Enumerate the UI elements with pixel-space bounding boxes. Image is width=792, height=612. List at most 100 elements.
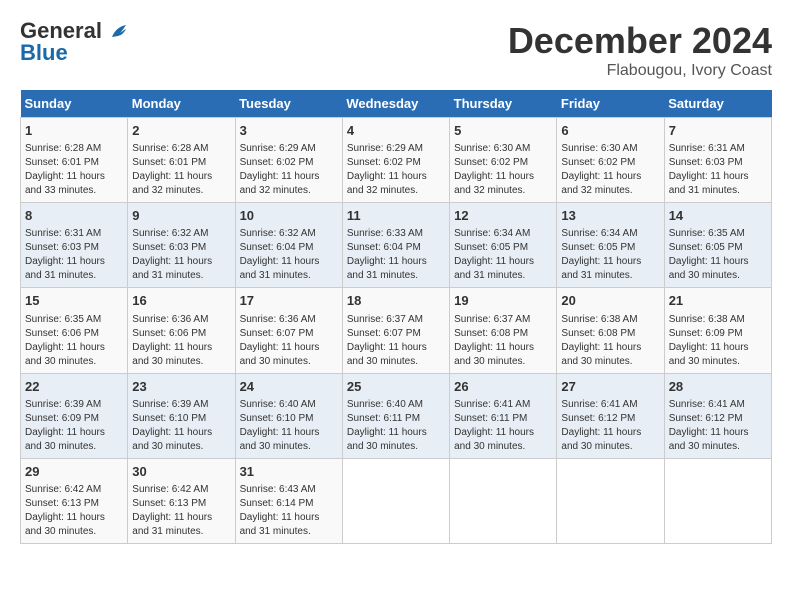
calendar-week-5: 29 Sunrise: 6:42 AMSunset: 6:13 PMDayligh… [21, 458, 772, 543]
header-wednesday: Wednesday [342, 90, 449, 118]
day-number: 23 [132, 378, 230, 396]
page-header: General Blue December 2024 Flabougou, Iv… [20, 20, 772, 80]
day-number: 10 [240, 207, 338, 225]
logo-bird-icon [110, 23, 128, 41]
day-content: Sunrise: 6:31 AMSunset: 6:03 PMDaylight:… [669, 142, 767, 198]
calendar-cell: 8Sunrise: 6:31 AMSunset: 6:03 PMDaylight… [21, 203, 128, 288]
day-number: 28 [669, 378, 767, 396]
day-content: Sunrise: 6:41 AMSunset: 6:12 PMDaylight:… [669, 398, 767, 454]
day-content: Sunrise: 6:42 AMSunset: 6:13 PMDaylight:… [132, 483, 230, 539]
day-content: Sunrise: 6:34 AMSunset: 6:05 PMDaylight:… [561, 227, 659, 283]
calendar-cell: 4 Sunrise: 6:29 AMSunset: 6:02 PMDaylight… [342, 118, 449, 203]
calendar-header-row: SundayMondayTuesdayWednesdayThursdayFrid… [21, 90, 772, 118]
calendar-cell: 10 Sunrise: 6:32 AMSunset: 6:04 PMDayligh… [235, 203, 342, 288]
day-content: Sunrise: 6:36 AMSunset: 6:07 PMDaylight:… [240, 313, 338, 369]
calendar-cell: 3 Sunrise: 6:29 AMSunset: 6:02 PMDaylight… [235, 118, 342, 203]
calendar-cell: 21 Sunrise: 6:38 AMSunset: 6:09 PMDayligh… [664, 288, 771, 373]
day-content: Sunrise: 6:29 AMSunset: 6:02 PMDaylight:… [347, 142, 445, 198]
day-number: 9 [132, 207, 230, 225]
day-content: Sunrise: 6:43 AMSunset: 6:14 PMDaylight:… [240, 483, 338, 539]
month-title: December 2024 [508, 20, 772, 62]
calendar-cell: 19 Sunrise: 6:37 AMSunset: 6:08 PMDayligh… [450, 288, 557, 373]
day-number: 15 [25, 292, 123, 310]
calendar-table: SundayMondayTuesdayWednesdayThursdayFrid… [20, 90, 772, 544]
calendar-cell: 5Sunrise: 6:30 AMSunset: 6:02 PMDaylight… [450, 118, 557, 203]
day-content: Sunrise: 6:40 AMSunset: 6:10 PMDaylight:… [240, 398, 338, 454]
calendar-cell: 14 Sunrise: 6:35 AMSunset: 6:05 PMDayligh… [664, 203, 771, 288]
title-area: December 2024 Flabougou, Ivory Coast [508, 20, 772, 80]
calendar-cell: 6 Sunrise: 6:30 AMSunset: 6:02 PMDaylight… [557, 118, 664, 203]
day-number: 3 [240, 122, 338, 140]
day-content: Sunrise: 6:39 AMSunset: 6:10 PMDaylight:… [132, 398, 230, 454]
day-content: Sunrise: 6:32 AMSunset: 6:03 PMDaylight:… [132, 227, 230, 283]
day-number: 29 [25, 463, 123, 481]
calendar-cell: 30Sunrise: 6:42 AMSunset: 6:13 PMDayligh… [128, 458, 235, 543]
calendar-week-2: 8Sunrise: 6:31 AMSunset: 6:03 PMDaylight… [21, 203, 772, 288]
day-number: 24 [240, 378, 338, 396]
day-content: Sunrise: 6:34 AMSunset: 6:05 PMDaylight:… [454, 227, 552, 283]
calendar-cell [450, 458, 557, 543]
day-number: 20 [561, 292, 659, 310]
logo-blue: Blue [20, 42, 68, 64]
calendar-week-4: 22Sunrise: 6:39 AMSunset: 6:09 PMDayligh… [21, 373, 772, 458]
header-monday: Monday [128, 90, 235, 118]
day-content: Sunrise: 6:32 AMSunset: 6:04 PMDaylight:… [240, 227, 338, 283]
calendar-cell: 29Sunrise: 6:42 AMSunset: 6:13 PMDayligh… [21, 458, 128, 543]
day-number: 16 [132, 292, 230, 310]
day-number: 5 [454, 122, 552, 140]
calendar-cell: 13Sunrise: 6:34 AMSunset: 6:05 PMDayligh… [557, 203, 664, 288]
day-content: Sunrise: 6:30 AMSunset: 6:02 PMDaylight:… [561, 142, 659, 198]
calendar-cell: 9 Sunrise: 6:32 AMSunset: 6:03 PMDaylight… [128, 203, 235, 288]
header-thursday: Thursday [450, 90, 557, 118]
header-tuesday: Tuesday [235, 90, 342, 118]
calendar-cell: 26 Sunrise: 6:41 AMSunset: 6:11 PMDayligh… [450, 373, 557, 458]
day-content: Sunrise: 6:35 AMSunset: 6:05 PMDaylight:… [669, 227, 767, 283]
calendar-cell: 7 Sunrise: 6:31 AMSunset: 6:03 PMDaylight… [664, 118, 771, 203]
day-number: 11 [347, 207, 445, 225]
day-content: Sunrise: 6:37 AMSunset: 6:07 PMDaylight:… [347, 313, 445, 369]
day-number: 8 [25, 207, 123, 225]
day-number: 7 [669, 122, 767, 140]
day-number: 18 [347, 292, 445, 310]
day-content: Sunrise: 6:29 AMSunset: 6:02 PMDaylight:… [240, 142, 338, 198]
day-number: 12 [454, 207, 552, 225]
calendar-cell: 11Sunrise: 6:33 AMSunset: 6:04 PMDayligh… [342, 203, 449, 288]
day-number: 2 [132, 122, 230, 140]
day-content: Sunrise: 6:35 AMSunset: 6:06 PMDaylight:… [25, 313, 123, 369]
calendar-cell: 25Sunrise: 6:40 AMSunset: 6:11 PMDayligh… [342, 373, 449, 458]
day-content: Sunrise: 6:41 AMSunset: 6:11 PMDaylight:… [454, 398, 552, 454]
day-number: 26 [454, 378, 552, 396]
calendar-cell: 20 Sunrise: 6:38 AMSunset: 6:08 PMDayligh… [557, 288, 664, 373]
day-number: 27 [561, 378, 659, 396]
day-content: Sunrise: 6:41 AMSunset: 6:12 PMDaylight:… [561, 398, 659, 454]
day-content: Sunrise: 6:38 AMSunset: 6:08 PMDaylight:… [561, 313, 659, 369]
calendar-cell: 24 Sunrise: 6:40 AMSunset: 6:10 PMDayligh… [235, 373, 342, 458]
calendar-cell: 1 Sunrise: 6:28 AMSunset: 6:01 PMDaylight… [21, 118, 128, 203]
day-number: 1 [25, 122, 123, 140]
header-sunday: Sunday [21, 90, 128, 118]
day-number: 6 [561, 122, 659, 140]
logo: General Blue [20, 20, 128, 64]
header-friday: Friday [557, 90, 664, 118]
calendar-cell: 31 Sunrise: 6:43 AMSunset: 6:14 PMDayligh… [235, 458, 342, 543]
day-content: Sunrise: 6:37 AMSunset: 6:08 PMDaylight:… [454, 313, 552, 369]
day-number: 21 [669, 292, 767, 310]
calendar-week-3: 15 Sunrise: 6:35 AMSunset: 6:06 PMDayligh… [21, 288, 772, 373]
calendar-cell: 2 Sunrise: 6:28 AMSunset: 6:01 PMDaylight… [128, 118, 235, 203]
day-number: 17 [240, 292, 338, 310]
day-content: Sunrise: 6:28 AMSunset: 6:01 PMDaylight:… [25, 142, 123, 198]
day-number: 31 [240, 463, 338, 481]
day-content: Sunrise: 6:38 AMSunset: 6:09 PMDaylight:… [669, 313, 767, 369]
header-saturday: Saturday [664, 90, 771, 118]
day-number: 4 [347, 122, 445, 140]
day-content: Sunrise: 6:40 AMSunset: 6:11 PMDaylight:… [347, 398, 445, 454]
calendar-cell: 27 Sunrise: 6:41 AMSunset: 6:12 PMDayligh… [557, 373, 664, 458]
calendar-cell: 28 Sunrise: 6:41 AMSunset: 6:12 PMDayligh… [664, 373, 771, 458]
calendar-cell [557, 458, 664, 543]
day-number: 19 [454, 292, 552, 310]
day-number: 22 [25, 378, 123, 396]
day-number: 14 [669, 207, 767, 225]
day-content: Sunrise: 6:28 AMSunset: 6:01 PMDaylight:… [132, 142, 230, 198]
calendar-cell: 18 Sunrise: 6:37 AMSunset: 6:07 PMDayligh… [342, 288, 449, 373]
location: Flabougou, Ivory Coast [508, 62, 772, 80]
